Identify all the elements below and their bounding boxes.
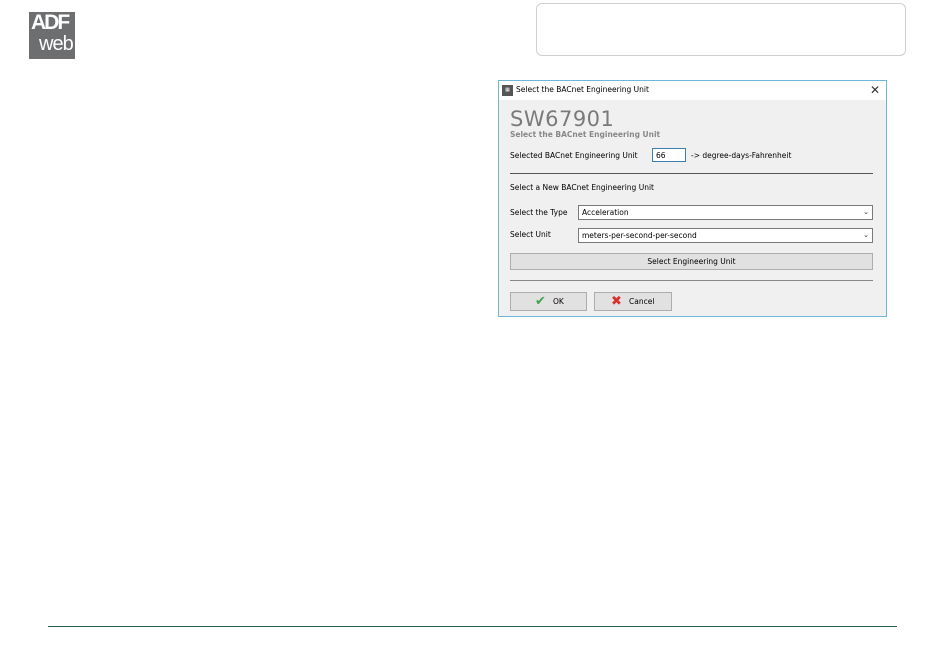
logo-text-top: ADF [31,11,70,34]
divider [510,173,873,174]
close-icon[interactable]: ✕ [870,83,880,97]
type-label: Select the Type [510,208,568,217]
dialog-title: Select the BACnet Engineering Unit [516,85,649,94]
ok-button-label: OK [553,297,564,306]
selected-unit-name: -> degree-days-Fahrenheit [691,151,792,160]
type-select-value: Acceleration [582,208,629,217]
chevron-down-icon: ⌄ [863,231,869,239]
unit-label: Select Unit [510,230,551,239]
selected-unit-input[interactable] [652,148,686,162]
check-icon: ✔ [535,294,546,309]
cancel-button[interactable]: ✖ Cancel [594,292,672,311]
header-box [536,3,906,56]
page-subtitle: Select the BACnet Engineering Unit [510,130,661,139]
selected-unit-label: Selected BACnet Engineering Unit [510,151,638,160]
dialog-titlebar: ▦ Select the BACnet Engineering Unit ✕ [499,81,886,100]
cross-icon: ✖ [611,294,622,309]
footer-divider [48,626,897,627]
ok-button[interactable]: ✔ OK [510,292,587,311]
cancel-button-label: Cancel [629,297,655,306]
engineering-unit-dialog: ▦ Select the BACnet Engineering Unit ✕ S… [498,80,887,317]
type-select[interactable]: Acceleration ⌄ [578,205,873,220]
unit-select[interactable]: meters-per-second-per-second ⌄ [578,228,873,243]
chevron-down-icon: ⌄ [863,208,869,216]
new-unit-section-label: Select a New BACnet Engineering Unit [510,183,654,192]
divider [510,280,873,281]
unit-select-value: meters-per-second-per-second [582,231,697,240]
select-engineering-unit-button[interactable]: Select Engineering Unit [510,253,873,270]
page-title: SW67901 [510,107,615,131]
app-icon: ▦ [502,85,513,96]
logo-text-bottom: web [39,33,74,55]
adfweb-logo: ADF web [29,12,75,59]
